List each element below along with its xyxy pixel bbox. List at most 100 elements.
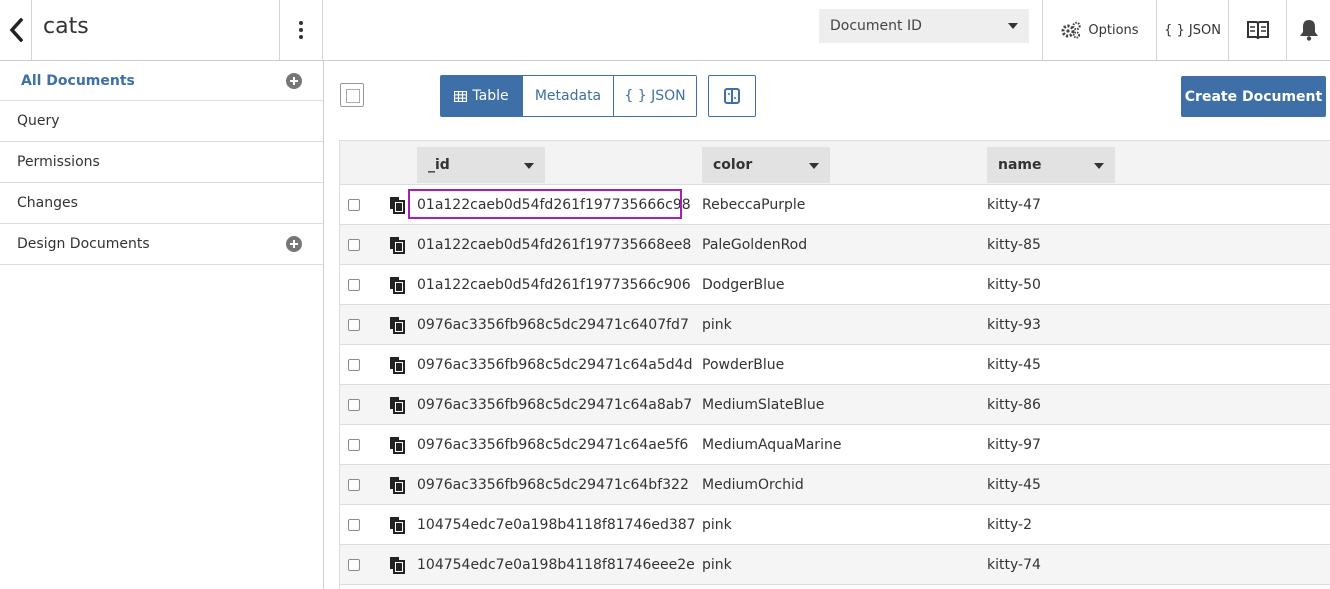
view-toggle: Table Metadata { } JSON [440,75,697,117]
cell-name: kitty-45 [987,357,1041,373]
documents-table: _id color name 01a122caeb0d54fd261f19773… [339,140,1330,589]
chevron-down-icon [809,163,819,169]
table-view-button[interactable]: Table [441,76,523,116]
copy-icon[interactable] [389,236,405,254]
copy-icon[interactable] [389,316,405,334]
cell-name: kitty-97 [987,437,1041,453]
column-header-name[interactable]: name [987,147,1115,183]
column-header-id[interactable]: _id [417,147,545,183]
column-header-color[interactable]: color [702,147,830,183]
column-select-button[interactable] [708,75,756,117]
cell-name: kitty-50 [987,277,1041,293]
copy-icon[interactable] [389,436,405,454]
cell-color: MediumOrchid [702,477,804,493]
copy-icon[interactable] [389,516,405,534]
cell-id[interactable]: 0976ac3356fb968c5dc29471c64a8ab7 [417,385,692,425]
metadata-view-label: Metadata [534,88,602,104]
table-row: 01a122caeb0d54fd261f197735666c98 RebeccaP… [340,185,1330,225]
json-view-button[interactable]: { } JSON [614,76,696,116]
table-header: _id color name [340,141,1330,185]
cell-name: kitty-2 [987,517,1032,533]
chevron-down-icon [524,163,534,169]
sidebar-item-query[interactable]: Query [0,101,323,142]
chevron-down-icon [1008,23,1018,29]
cell-id[interactable]: 0976ac3356fb968c5dc29471c64a5d4d [417,345,692,385]
json-api-button[interactable]: { } JSON [1156,0,1228,60]
table-row: 0976ac3356fb968c5dc29471c6407fd7 pink kitt… [340,305,1330,345]
row-checkbox[interactable] [348,199,360,211]
row-checkbox[interactable] [348,279,360,291]
table-row: 0976ac3356fb968c5dc29471c64a5d4d PowderBl… [340,345,1330,385]
cell-color: MediumSlateBlue [702,397,825,413]
cell-id[interactable]: 0976ac3356fb968c5dc29471c64ae5f6 [417,425,688,465]
book-icon [1246,21,1269,40]
columns-icon [724,88,740,104]
documentation-button[interactable] [1228,0,1286,60]
cell-id[interactable]: 0976ac3356fb968c5dc29471c64bf322 [417,465,689,505]
row-checkbox[interactable] [348,559,360,571]
sidebar-item-label: Design Documents [17,236,150,252]
row-checkbox[interactable] [348,399,360,411]
database-title: cats [43,14,89,39]
cell-id[interactable]: 104754edc7e0a198b4118f81746eee2e [417,545,695,585]
add-icon[interactable] [286,72,302,89]
copy-icon[interactable] [389,356,405,374]
cell-id[interactable]: 01a122caeb0d54fd261f197735666c98 [417,185,691,225]
cell-name: kitty-45 [987,477,1041,493]
sidebar-item-label: Permissions [17,154,100,170]
json-view-label: { } JSON [624,88,686,104]
sidebar-item-label: Changes [17,195,78,211]
cell-color: pink [702,557,732,573]
sidebar-item-permissions[interactable]: Permissions [0,142,323,183]
copy-icon[interactable] [389,276,405,294]
cell-id[interactable]: 01a122caeb0d54fd261f19773566c906 [417,265,691,305]
row-checkbox[interactable] [348,239,360,251]
create-document-button[interactable]: Create Document [1181,76,1326,117]
column-header-label: color [713,157,753,173]
sidebar-item-design-documents[interactable]: Design Documents [0,224,323,265]
table-view-label: Table [472,88,509,104]
cell-name: kitty-93 [987,317,1041,333]
copy-icon[interactable] [389,476,405,494]
select-all-checkbox[interactable] [340,83,364,107]
bell-icon [1299,20,1318,41]
cell-id[interactable]: 0976ac3356fb968c5dc29471c6407fd7 [417,305,689,345]
table-row: 0976ac3356fb968c5dc29471c64bf322 MediumOr… [340,465,1330,505]
main-content: Table Metadata { } JSON Create Document … [324,61,1330,589]
copy-icon[interactable] [389,196,405,214]
cell-name: kitty-85 [987,237,1041,253]
copy-icon[interactable] [389,556,405,574]
kebab-icon [299,21,303,39]
sidebar-item-all-documents[interactable]: All Documents [0,61,323,101]
table-row: 104754edc7e0a198b4118f81746eee2e pink kitt… [340,545,1330,585]
cell-name: kitty-74 [987,557,1041,573]
notifications-button[interactable] [1286,0,1330,60]
row-checkbox[interactable] [348,359,360,371]
sidebar-item-changes[interactable]: Changes [0,183,323,224]
metadata-view-button[interactable]: Metadata [523,76,614,116]
view-select-value: Document ID [830,18,922,34]
cell-name: kitty-86 [987,397,1041,413]
database-menu-button[interactable] [279,0,323,60]
top-header: cats Document ID Options { } JSON [0,0,1330,61]
back-button[interactable] [0,0,32,60]
cell-id[interactable]: 104754edc7e0a198b4118f81746ed387 [417,505,696,545]
cell-id[interactable]: 01a122caeb0d54fd261f197735668ee8 [417,225,691,265]
copy-icon[interactable] [389,396,405,414]
column-header-label: name [998,157,1042,173]
add-icon[interactable] [286,236,302,252]
chevron-down-icon [1094,163,1104,169]
table-body: 01a122caeb0d54fd261f197735666c98 RebeccaP… [340,185,1330,585]
cell-color: pink [702,317,732,333]
cell-name: kitty-47 [987,197,1041,213]
view-select[interactable]: Document ID [819,9,1029,43]
sidebar: All Documents Query Permissions Changes … [0,61,324,589]
row-checkbox[interactable] [348,519,360,531]
row-checkbox[interactable] [348,479,360,491]
table-icon [454,90,468,102]
row-checkbox[interactable] [348,439,360,451]
options-button[interactable]: Options [1042,0,1156,60]
table-row: 0976ac3356fb968c5dc29471c64a8ab7 MediumSl… [340,385,1330,425]
cell-color: PowderBlue [702,357,785,373]
row-checkbox[interactable] [348,319,360,331]
